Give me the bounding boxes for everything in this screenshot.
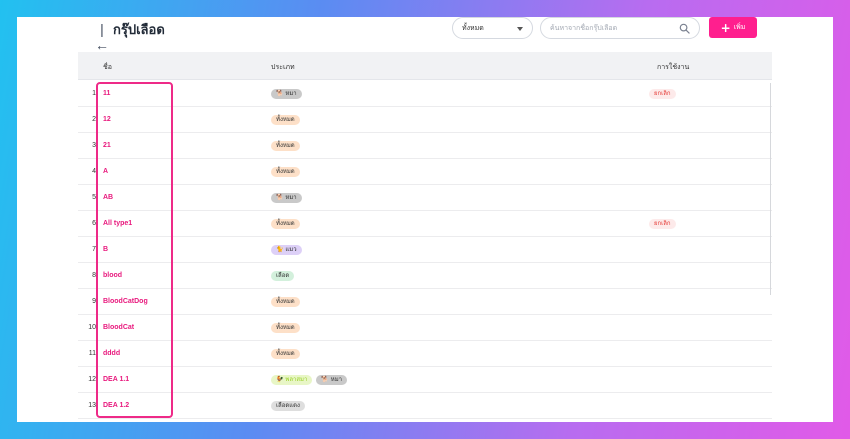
- search-box: [540, 17, 700, 39]
- table-header: ชื่อ ประเภท การใช้งาน: [78, 52, 772, 80]
- type-tags: เลือด: [271, 271, 295, 281]
- blood-group-name-link[interactable]: AB: [103, 194, 113, 201]
- type-tags: ทั้งหมด: [271, 219, 300, 229]
- collapse-left-icon[interactable]: |←: [94, 21, 110, 53]
- table-row[interactable]: 7 B 🐈 แมว: [78, 237, 772, 263]
- search-input[interactable]: [550, 21, 674, 35]
- table-row[interactable]: 12 DEA 1.1 🐓 พลาสมา 🐕 หมา: [78, 367, 772, 393]
- type-tag-blood: เลือด: [271, 271, 295, 281]
- row-index: 11: [88, 350, 96, 357]
- type-tag-plasma: 🐓 พลาสมา: [271, 375, 313, 385]
- blood-group-name-link[interactable]: BloodCat: [103, 324, 134, 331]
- type-tags: ทั้งหมด: [271, 141, 300, 151]
- type-tag-dog: 🐕 หมา: [271, 89, 302, 99]
- table-row[interactable]: 2 12 ทั้งหมด: [78, 107, 772, 133]
- type-tag-all: ทั้งหมด: [271, 167, 300, 177]
- table-row[interactable]: 13 DEA 1.2 เลือดแดง: [78, 393, 772, 419]
- table-row[interactable]: 10 BloodCat ทั้งหมด: [78, 315, 772, 341]
- blood-group-name-link[interactable]: B: [103, 246, 108, 253]
- add-button[interactable]: + เพิ่ม: [709, 17, 757, 38]
- type-tags: เลือดแดง: [271, 401, 305, 411]
- blood-group-name-link[interactable]: All type1: [103, 220, 132, 227]
- type-filter-select[interactable]: ทั้งหมด: [452, 17, 533, 39]
- table-row[interactable]: 1 11 🐕 หมา ยกเลิก: [78, 81, 772, 107]
- blood-group-name-link[interactable]: dddd: [103, 350, 120, 357]
- type-tag-all: ทั้งหมด: [271, 297, 300, 307]
- type-tag-all: ทั้งหมด: [271, 323, 300, 333]
- blood-group-name-link[interactable]: 21: [103, 142, 111, 149]
- column-header-name: ชื่อ: [103, 63, 112, 71]
- table-row[interactable]: 11 dddd ทั้งหมด: [78, 341, 772, 367]
- blood-group-name-link[interactable]: BloodCatDog: [103, 298, 148, 305]
- row-index: 1: [92, 90, 96, 97]
- usage-status-badge: ยกเลิก: [649, 219, 676, 229]
- type-tags: ทั้งหมด: [271, 167, 300, 177]
- page-frame: |← กรุ๊ปเลือด ทั้งหมด + เพิ่ม ชื่อ ประเภ…: [17, 17, 833, 422]
- row-index: 8: [92, 272, 96, 279]
- row-index: 6: [92, 220, 96, 227]
- type-tag-all: ทั้งหมด: [271, 115, 300, 125]
- type-tags: ทั้งหมด: [271, 323, 300, 333]
- blood-group-name-link[interactable]: 12: [103, 116, 111, 123]
- row-index: 4: [92, 168, 96, 175]
- page-header: |← กรุ๊ปเลือด ทั้งหมด + เพิ่ม: [17, 17, 833, 53]
- column-header-type: ประเภท: [271, 63, 295, 71]
- type-tag-all: ทั้งหมด: [271, 349, 300, 359]
- type-tags: 🐕 หมา: [271, 89, 302, 99]
- row-index: 3: [92, 142, 96, 149]
- scrollbar[interactable]: [770, 83, 771, 295]
- type-tags: ทั้งหมด: [271, 297, 300, 307]
- type-tags: 🐈 แมว: [271, 245, 302, 255]
- blood-group-name-link[interactable]: DEA 1.2: [103, 402, 129, 409]
- row-index: 10: [88, 324, 96, 331]
- table-row[interactable]: 4 A ทั้งหมด: [78, 159, 772, 185]
- table-row[interactable]: 5 AB 🐕 หมา: [78, 185, 772, 211]
- type-tag-cat: 🐈 แมว: [271, 245, 302, 255]
- row-index: 2: [92, 116, 96, 123]
- column-header-usage: การใช้งาน: [657, 63, 690, 71]
- blood-group-name-link[interactable]: 11: [103, 90, 110, 97]
- search-icon[interactable]: [679, 23, 690, 34]
- row-index: 7: [92, 246, 96, 253]
- blood-group-name-link[interactable]: A: [103, 168, 108, 175]
- type-tags: ทั้งหมด: [271, 349, 300, 359]
- blood-group-name-link[interactable]: blood: [103, 272, 122, 279]
- blood-group-table: ชื่อ ประเภท การใช้งาน 1 11 🐕 หมา ยกเลิก 2 12 ท…: [78, 52, 772, 422]
- table-row[interactable]: 3 21 ทั้งหมด: [78, 133, 772, 159]
- page-title: กรุ๊ปเลือด: [113, 23, 165, 38]
- row-index: 5: [92, 194, 96, 201]
- type-tags: 🐕 หมา: [271, 193, 302, 203]
- add-button-label: เพิ่ม: [733, 23, 746, 31]
- row-index: 13: [88, 402, 96, 409]
- type-tags: 🐓 พลาสมา 🐕 หมา: [271, 375, 348, 385]
- type-tag-other: เลือดแดง: [271, 401, 305, 411]
- blood-group-name-link[interactable]: DEA 1.1: [103, 376, 129, 383]
- type-tags: ทั้งหมด: [271, 115, 300, 125]
- table-row[interactable]: 8 blood เลือด: [78, 263, 772, 289]
- type-tag-all: ทั้งหมด: [271, 141, 300, 151]
- type-filter-value: ทั้งหมด: [462, 24, 484, 32]
- plus-icon: +: [720, 20, 731, 35]
- type-tag-dog: 🐕 หมา: [316, 375, 348, 385]
- usage-status-badge: ยกเลิก: [649, 89, 676, 99]
- type-tag-all: ทั้งหมด: [271, 219, 300, 229]
- row-index: 9: [92, 298, 96, 305]
- chevron-down-icon: [517, 27, 523, 31]
- type-tag-dog: 🐕 หมา: [271, 193, 302, 203]
- row-index: 12: [88, 376, 96, 383]
- table-row[interactable]: 9 BloodCatDog ทั้งหมด: [78, 289, 772, 315]
- table-row[interactable]: 6 All type1 ทั้งหมด ยกเลิก: [78, 211, 772, 237]
